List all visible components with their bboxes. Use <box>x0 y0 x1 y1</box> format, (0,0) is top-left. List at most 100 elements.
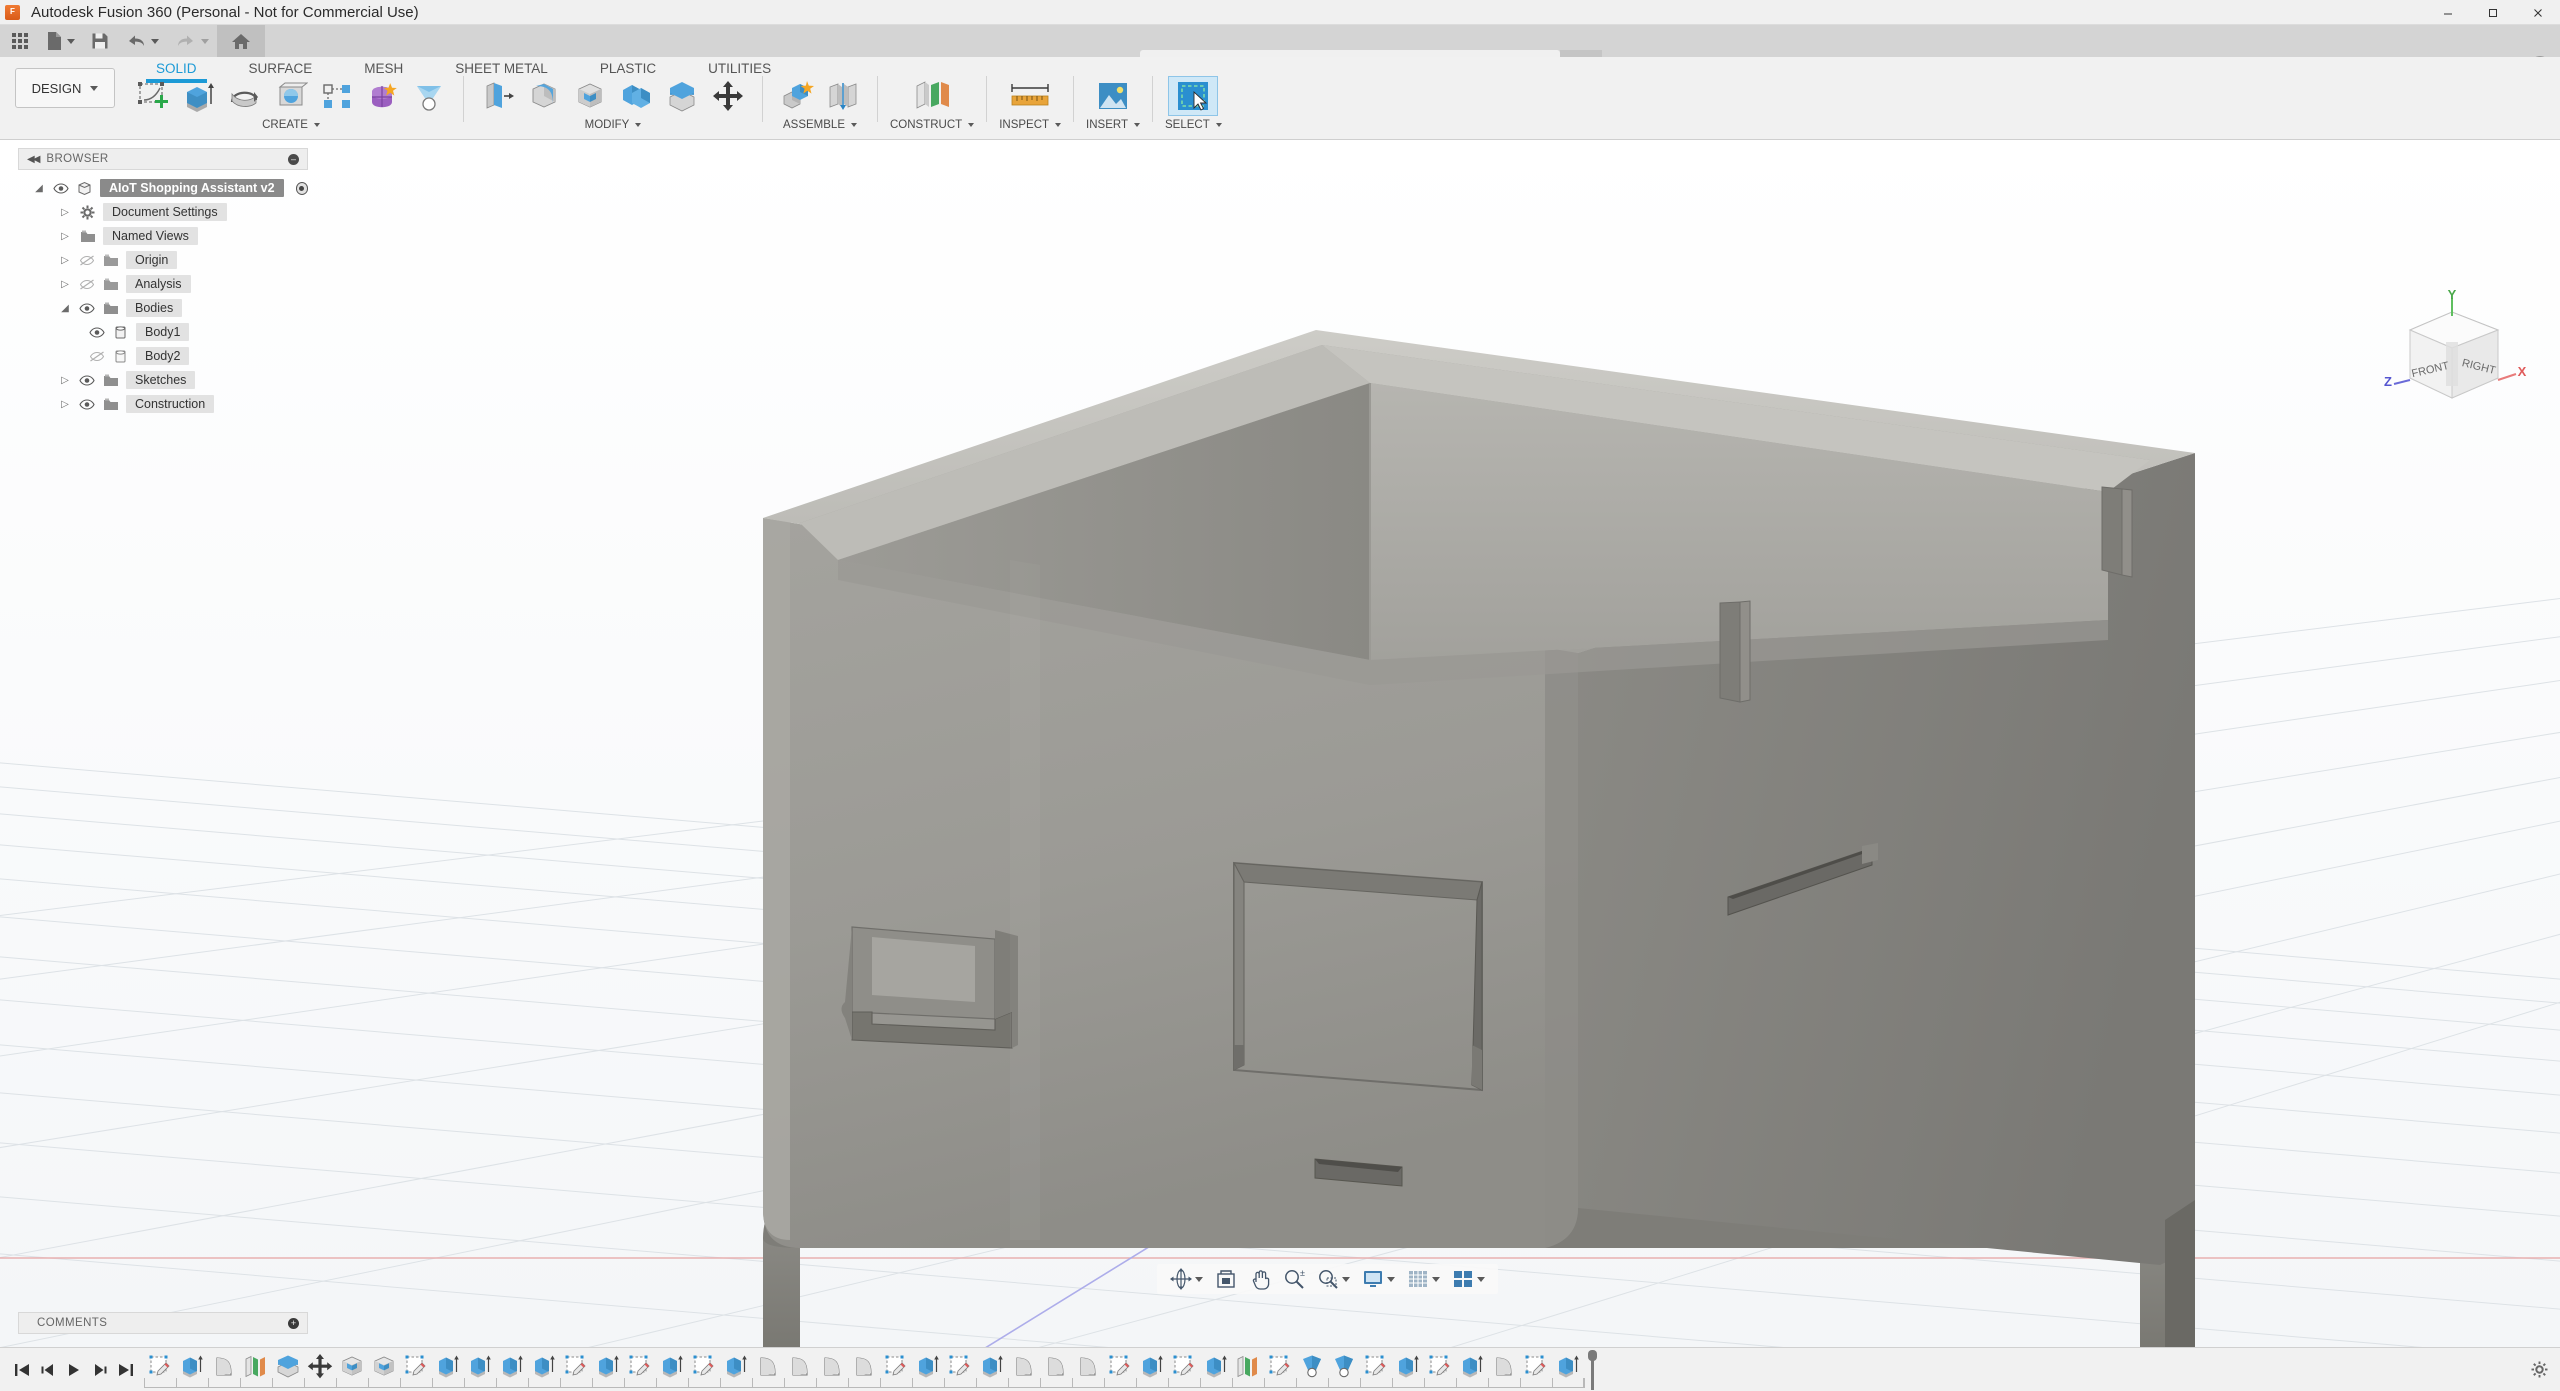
step-forward-icon[interactable] <box>88 1357 112 1383</box>
save-icon[interactable] <box>83 25 117 57</box>
timeline-feature-move-icon[interactable] <box>304 1351 336 1381</box>
timeline-feature-extrude-icon[interactable] <box>1552 1351 1584 1381</box>
timeline-feature-extrude-icon[interactable] <box>496 1351 528 1381</box>
visibility-eye-icon[interactable] <box>88 327 105 338</box>
expand-twisty-icon[interactable]: ▷ <box>58 207 72 218</box>
timeline-feature-hole-icon[interactable] <box>1328 1351 1360 1381</box>
visibility-eye-off-icon[interactable] <box>78 279 95 290</box>
orbit-caret-icon[interactable] <box>1195 1277 1203 1282</box>
timeline-feature-fillet-icon[interactable] <box>1040 1351 1072 1381</box>
timeline-feature-extrude-icon[interactable] <box>1200 1351 1232 1381</box>
timeline-feature-extrude-icon[interactable] <box>528 1351 560 1381</box>
tree-item-sketches[interactable]: ▷ Sketches <box>18 368 308 392</box>
go-to-end-icon[interactable] <box>114 1357 138 1383</box>
create-sketch-icon[interactable] <box>131 76 175 116</box>
group-label-insert[interactable]: INSERT <box>1086 119 1140 131</box>
workspace-selector[interactable]: DESIGN <box>15 68 115 108</box>
redo-caret-icon[interactable] <box>201 39 209 44</box>
timeline-feature-sketch-icon[interactable] <box>1424 1351 1456 1381</box>
visibility-eye-icon[interactable] <box>78 399 95 410</box>
timeline-feature-extrude-icon[interactable] <box>464 1351 496 1381</box>
timeline-feature-extrude-icon[interactable] <box>976 1351 1008 1381</box>
maximize-button[interactable] <box>2470 0 2515 25</box>
measure-icon[interactable] <box>1002 76 1058 116</box>
undo-caret-icon[interactable] <box>151 39 159 44</box>
3d-viewport[interactable]: FRONT RIGHT Y X Z <box>0 140 2560 1347</box>
collapse-panel-icon[interactable]: ◀◀ <box>27 154 38 165</box>
look-at-icon[interactable] <box>1210 1266 1242 1292</box>
timeline-feature-extrude-icon[interactable] <box>720 1351 752 1381</box>
tree-item-named-views[interactable]: ▷ Named Views <box>18 224 308 248</box>
timeline-feature-sketch-icon[interactable] <box>624 1351 656 1381</box>
timeline-feature-shell-icon[interactable] <box>368 1351 400 1381</box>
timeline-feature-shell-icon[interactable] <box>336 1351 368 1381</box>
timeline-feature-fillet-icon[interactable] <box>1072 1351 1104 1381</box>
form-icon[interactable] <box>361 76 405 116</box>
browser-settings-icon[interactable]: – <box>288 154 299 165</box>
combine-icon[interactable] <box>614 76 658 116</box>
timeline-feature-extrude-icon[interactable] <box>176 1351 208 1381</box>
loft-icon[interactable] <box>407 76 451 116</box>
timeline-feature-sketch-icon[interactable] <box>560 1351 592 1381</box>
fillet-icon[interactable] <box>522 76 566 116</box>
undo-icon[interactable] <box>117 25 167 57</box>
timeline-feature-fillet-icon[interactable] <box>848 1351 880 1381</box>
timeline-feature-sketch-icon[interactable] <box>400 1351 432 1381</box>
expand-twisty-icon[interactable]: ▷ <box>58 399 72 410</box>
tree-item-body2[interactable]: Body2 <box>18 344 308 368</box>
timeline-feature-extrude-icon[interactable] <box>912 1351 944 1381</box>
tree-item-body1[interactable]: Body1 <box>18 320 308 344</box>
timeline-feature-extrude-icon[interactable] <box>1392 1351 1424 1381</box>
timeline-feature-fillet-icon[interactable] <box>752 1351 784 1381</box>
timeline-settings-icon[interactable] <box>2531 1361 2548 1378</box>
joint-icon[interactable] <box>821 76 865 116</box>
visibility-eye-icon[interactable] <box>78 303 95 314</box>
zoom-window-icon[interactable] <box>1312 1266 1355 1292</box>
pattern-icon[interactable] <box>315 76 359 116</box>
move-copy-icon[interactable] <box>706 76 750 116</box>
select-window-icon[interactable] <box>1168 76 1218 116</box>
group-label-select[interactable]: SELECT <box>1165 119 1222 131</box>
redo-icon[interactable] <box>167 25 217 57</box>
display-settings-icon[interactable] <box>1357 1266 1400 1292</box>
timeline-track[interactable] <box>144 1348 1584 1391</box>
apps-grid-icon[interactable] <box>0 25 38 57</box>
play-icon[interactable] <box>62 1357 86 1383</box>
timeline-feature-offset-icon[interactable] <box>272 1351 304 1381</box>
home-icon[interactable] <box>217 25 265 57</box>
timeline-feature-fillet-icon[interactable] <box>1488 1351 1520 1381</box>
visibility-eye-off-icon[interactable] <box>88 351 105 362</box>
timeline-feature-sketch-icon[interactable] <box>144 1351 176 1381</box>
timeline-feature-extrude-icon[interactable] <box>432 1351 464 1381</box>
go-to-beginning-icon[interactable] <box>10 1357 34 1383</box>
tree-item-root-component[interactable]: ◢ AIoT Shopping Assistant v2 <box>18 176 308 200</box>
expand-twisty-icon[interactable]: ◢ <box>32 183 46 194</box>
timeline-feature-plane-icon[interactable] <box>240 1351 272 1381</box>
activate-component-radio[interactable] <box>296 182 308 195</box>
timeline-end-marker[interactable] <box>1588 1350 1597 1390</box>
sweep-icon[interactable] <box>269 76 313 116</box>
expand-twisty-icon[interactable]: ▷ <box>58 279 72 290</box>
zoom-icon[interactable]: ± <box>1278 1266 1310 1292</box>
tree-item-bodies[interactable]: ◢ Bodies <box>18 296 308 320</box>
timeline-feature-sketch-icon[interactable] <box>1360 1351 1392 1381</box>
timeline-feature-extrude-icon[interactable] <box>1456 1351 1488 1381</box>
extrude-icon[interactable] <box>177 76 221 116</box>
timeline-feature-sketch-icon[interactable] <box>1104 1351 1136 1381</box>
group-label-create[interactable]: CREATE <box>262 119 320 131</box>
new-file-caret-icon[interactable] <box>67 39 75 44</box>
timeline-feature-extrude-icon[interactable] <box>592 1351 624 1381</box>
timeline-feature-sketch-icon[interactable] <box>1168 1351 1200 1381</box>
add-comment-icon[interactable]: + <box>288 1318 299 1329</box>
new-component-icon[interactable] <box>775 76 819 116</box>
group-label-construct[interactable]: CONSTRUCT <box>890 119 974 131</box>
insert-image-icon[interactable] <box>1088 76 1138 116</box>
timeline-feature-sketch-icon[interactable] <box>1520 1351 1552 1381</box>
tree-item-document-settings[interactable]: ▷ Document Settings <box>18 200 308 224</box>
expand-twisty-icon[interactable]: ▷ <box>58 255 72 266</box>
timeline-feature-fillet-icon[interactable] <box>816 1351 848 1381</box>
timeline-feature-sketch-icon[interactable] <box>1264 1351 1296 1381</box>
tree-item-origin[interactable]: ▷ Origin <box>18 248 308 272</box>
timeline-feature-plane-icon[interactable] <box>1232 1351 1264 1381</box>
tree-item-construction[interactable]: ▷ Construction <box>18 392 308 416</box>
